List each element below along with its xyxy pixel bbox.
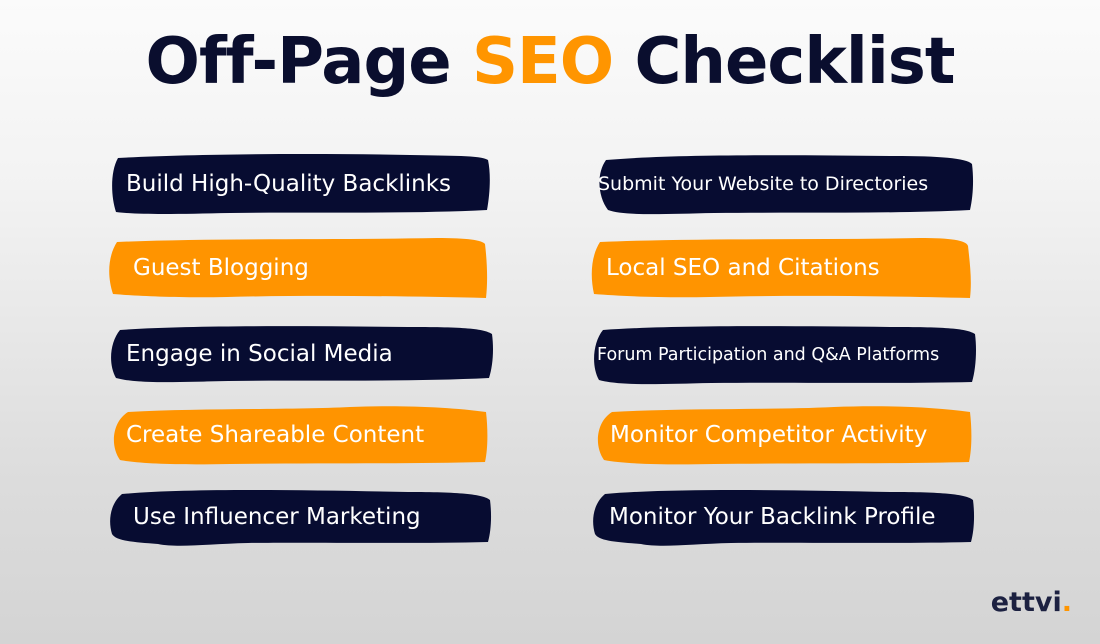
checklist-item-local-seo: Local SEO and Citations — [590, 236, 972, 300]
checklist-item-competitor-activity: Monitor Competitor Activity — [594, 404, 972, 466]
checklist-item-shareable-content: Create Shareable Content — [110, 404, 488, 466]
item-label: Monitor Competitor Activity — [610, 422, 928, 448]
ettvi-logo: ettvi. — [991, 587, 1072, 618]
item-label: Guest Blogging — [133, 255, 309, 281]
item-label: Forum Participation and Q&A Platforms — [597, 345, 940, 365]
item-label: Submit Your Website to Directories — [598, 173, 929, 195]
checklist-item-social-media: Engage in Social Media — [108, 324, 494, 384]
item-label: Build High-Quality Backlinks — [126, 171, 452, 197]
title-part-1: Off-Page — [145, 25, 472, 99]
title-part-2: Checklist — [613, 25, 955, 99]
checklist-item-backlink-profile: Monitor Your Backlink Profile — [591, 486, 975, 548]
item-label: Create Shareable Content — [126, 422, 425, 448]
checklist-item-guest-blogging: Guest Blogging — [107, 236, 488, 300]
checklist-item-influencer-marketing: Use Influencer Marketing — [108, 486, 492, 548]
item-label: Monitor Your Backlink Profile — [609, 504, 936, 530]
logo-dot: . — [1061, 587, 1072, 618]
checklist-item-submit-directories: Submit Your Website to Directories — [594, 152, 974, 216]
checklist-item-build-backlinks: Build High-Quality Backlinks — [110, 152, 490, 216]
item-label: Local SEO and Citations — [606, 255, 880, 281]
title-accent-seo: SEO — [471, 25, 614, 99]
item-label: Engage in Social Media — [126, 341, 393, 367]
item-label: Use Influencer Marketing — [133, 504, 421, 530]
logo-text: ettvi — [990, 587, 1062, 618]
page-title: Off-Page SEO Checklist — [0, 22, 1100, 102]
checklist-item-forum-participation: Forum Participation and Q&A Platforms — [591, 324, 977, 386]
